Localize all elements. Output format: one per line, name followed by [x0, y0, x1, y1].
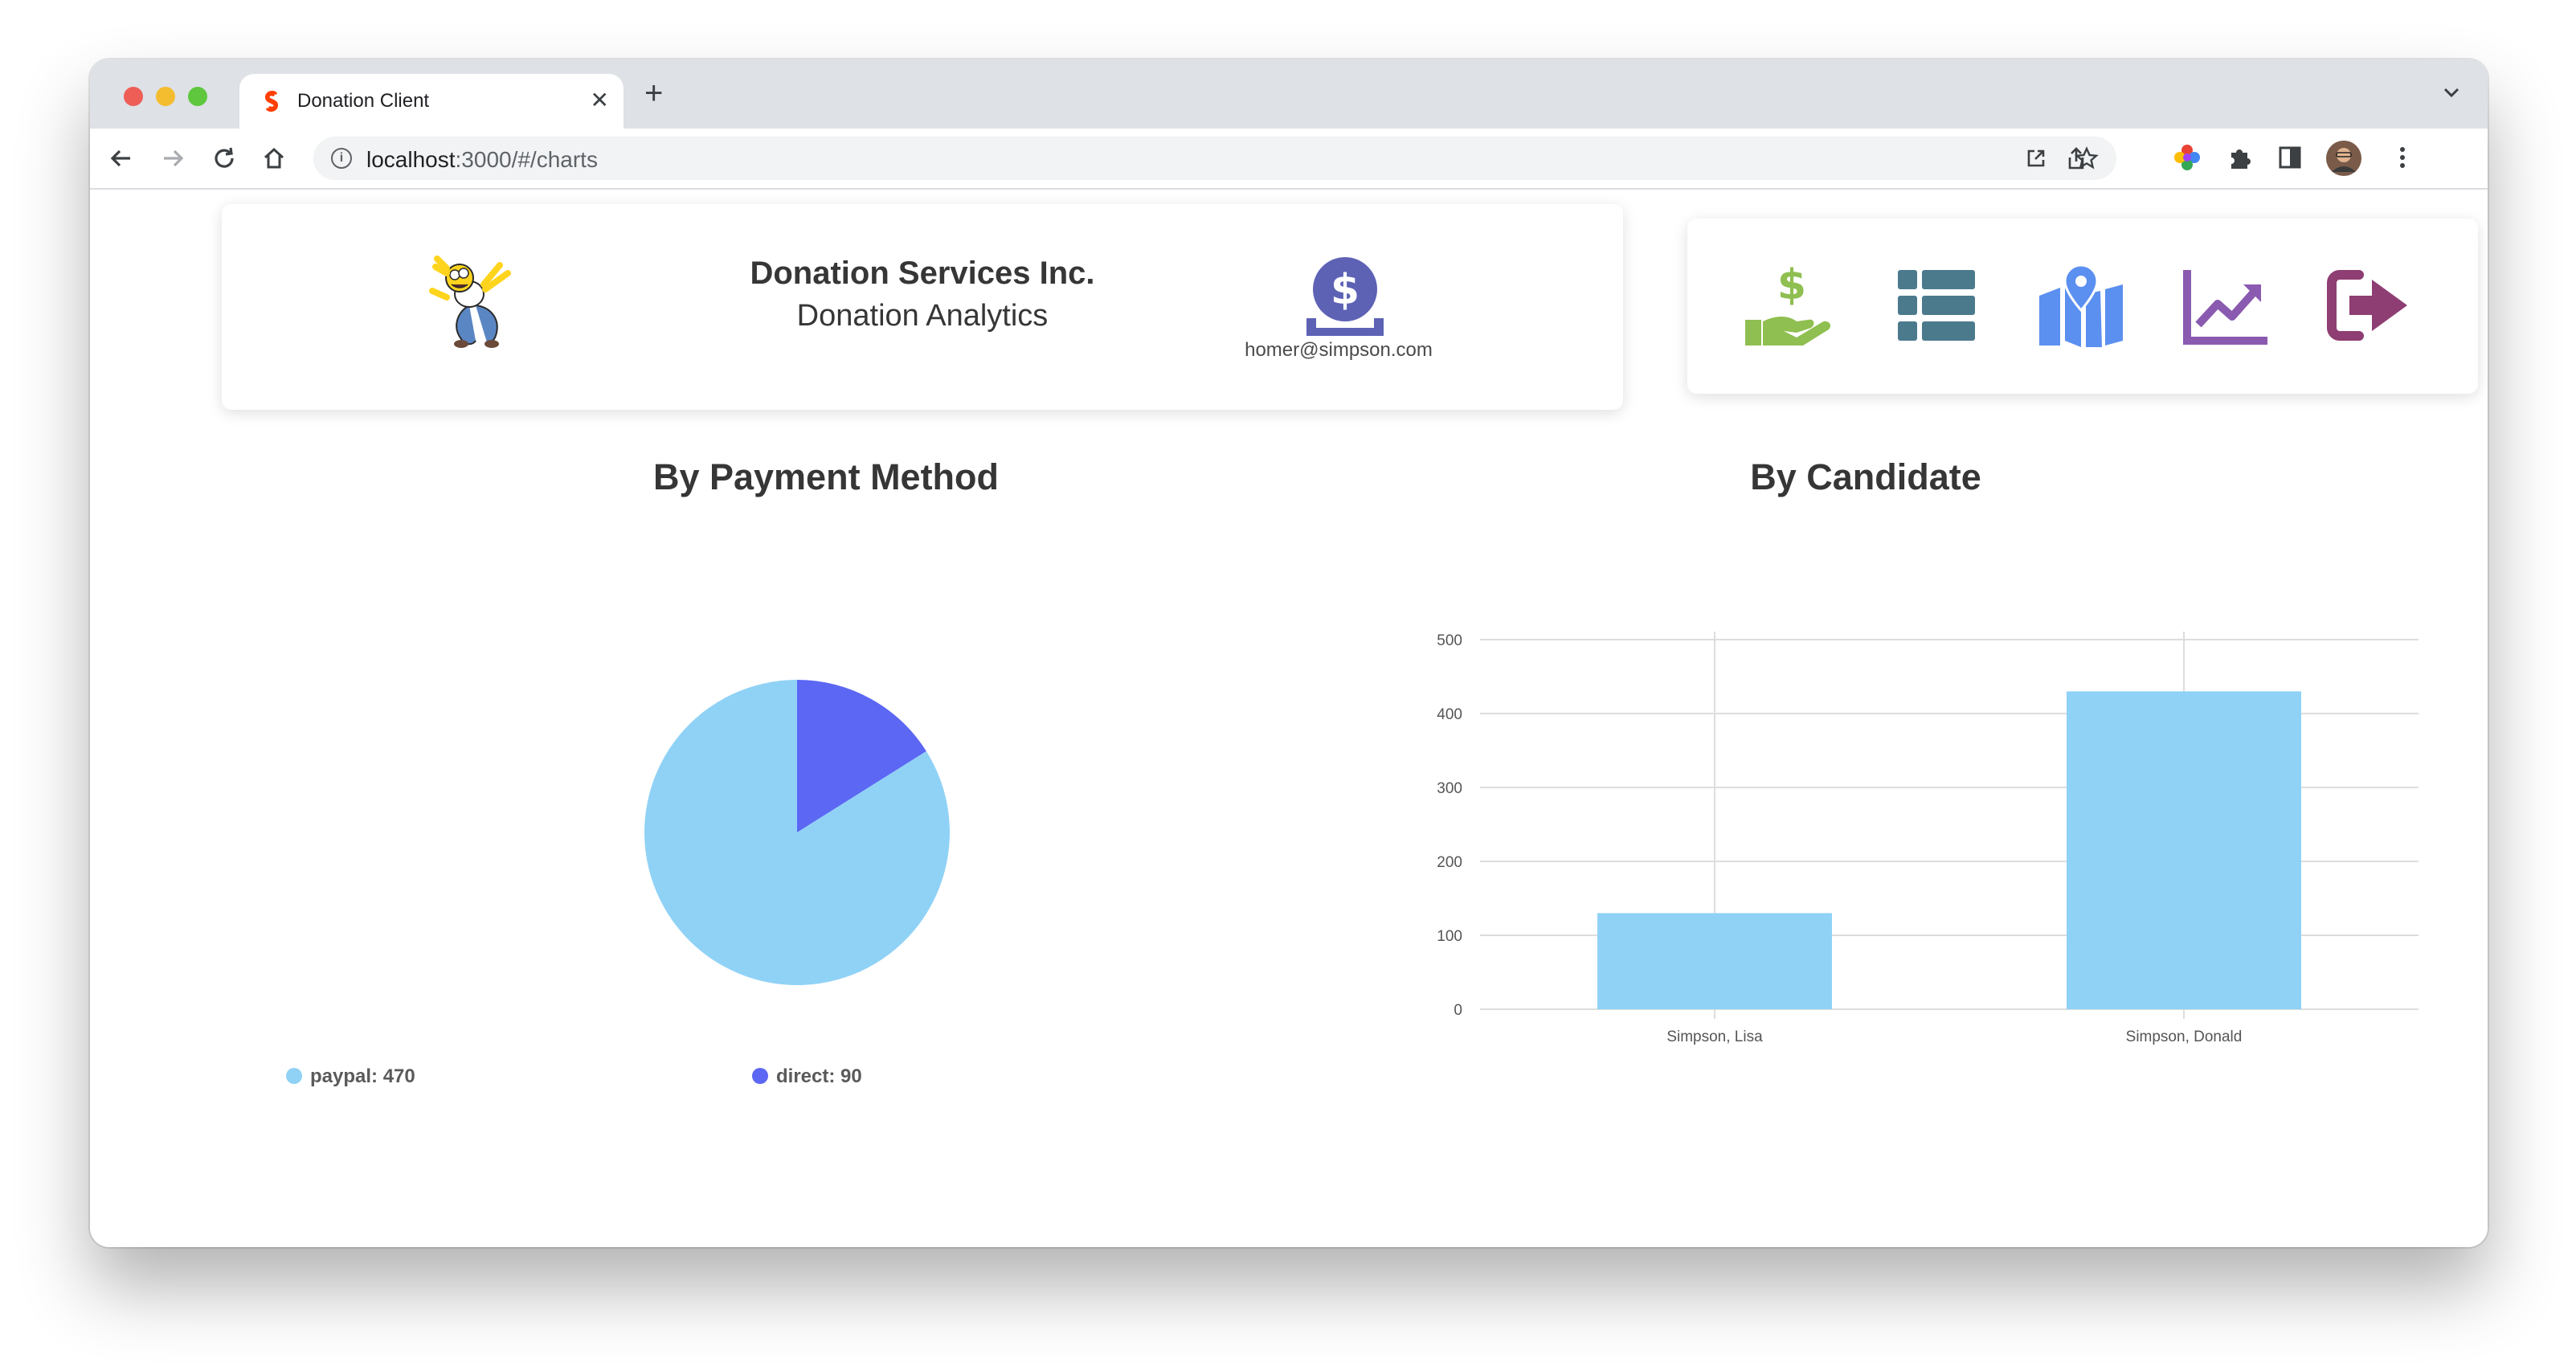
svelte-icon	[264, 90, 279, 112]
browser-menu-icon[interactable]	[2388, 143, 2417, 172]
url-text[interactable]: localhost:3000/#/charts	[366, 147, 598, 173]
url-path: :3000/#/charts	[455, 147, 598, 172]
page-subtitle: Donation Analytics	[796, 299, 1049, 333]
home-icon[interactable]	[259, 143, 289, 174]
share-icon[interactable]	[2065, 146, 2087, 170]
pie-chart-title: By Payment Method	[652, 456, 1000, 497]
back-icon[interactable]	[106, 143, 137, 174]
puzzle-extensions-icon[interactable]	[2226, 143, 2255, 172]
legend-item-direct[interactable]: direct: 90	[752, 1065, 862, 1088]
nav-card: $	[1687, 219, 2478, 394]
legend-label-paypal: paypal: 470	[310, 1065, 415, 1087]
chevron-down-icon[interactable]	[2439, 80, 2464, 104]
title-bar: Donation Client ✕ +	[90, 59, 2488, 129]
color-extension-icon[interactable]	[2173, 143, 2202, 172]
tab-title: Donation Client	[297, 90, 430, 112]
bar-simpson-lisa[interactable]	[1597, 913, 1832, 1009]
profile-avatar[interactable]	[2325, 140, 2362, 177]
x-tick-label: Simpson, Lisa	[1666, 1029, 1763, 1045]
y-tick-label: 0	[1454, 1002, 1462, 1019]
browser-toolbar: i localhost:3000/#/charts	[90, 129, 2488, 190]
legend-dot-paypal	[286, 1068, 302, 1084]
svg-text:$: $	[1331, 266, 1360, 314]
bar-chart-title: By Candidate	[1750, 456, 1981, 497]
info-icon[interactable]: i	[331, 148, 352, 169]
list-icon[interactable]	[1891, 264, 1981, 347]
donation-coin-icon: $	[1306, 257, 1384, 336]
y-tick-label: 300	[1437, 780, 1462, 797]
legend-item-paypal[interactable]: paypal: 470	[286, 1065, 415, 1088]
maximize-window-button[interactable]	[188, 87, 207, 106]
tab-close-icon[interactable]: ✕	[591, 87, 609, 113]
page-content: Donation Services Inc. Donation Analytic…	[90, 190, 2488, 1247]
side-panel-icon[interactable]	[2275, 143, 2304, 172]
reload-icon[interactable]	[209, 143, 239, 174]
y-tick-label: 500	[1437, 632, 1462, 649]
candidate-bar-chart: 0 100 200 300 400 500 Simpson, Lisa Simpson, Do…	[1437, 632, 2419, 1045]
close-window-button[interactable]	[124, 87, 143, 106]
url-host: localhost	[366, 147, 456, 172]
donate-icon[interactable]: $	[1744, 264, 1834, 347]
legend-dot-direct	[752, 1068, 768, 1084]
forward-icon[interactable]	[157, 143, 188, 174]
map-icon[interactable]	[2036, 264, 2126, 347]
legend-label-direct: direct: 90	[776, 1065, 862, 1087]
minimize-window-button[interactable]	[156, 87, 175, 106]
browser-window: Donation Client ✕ + i localhost:3000/#/c…	[90, 59, 2488, 1247]
header-card: Donation Services Inc. Donation Analytic…	[222, 204, 1623, 410]
y-tick-label: 200	[1437, 854, 1462, 871]
payment-method-pie-chart	[644, 680, 950, 985]
bar-simpson-donald[interactable]	[2067, 691, 2301, 1009]
y-tick-label: 400	[1437, 706, 1462, 723]
tab-donation-client[interactable]: Donation Client ✕	[239, 74, 624, 129]
x-tick-label: Simpson, Donald	[2126, 1029, 2243, 1045]
org-name: Donation Services Inc.	[750, 256, 1095, 291]
logout-icon[interactable]	[2324, 264, 2414, 347]
address-bar[interactable]: i localhost:3000/#/charts	[313, 137, 2116, 180]
y-tick-label: 100	[1437, 928, 1462, 945]
new-tab-button[interactable]: +	[644, 77, 663, 109]
open-external-icon[interactable]	[2025, 147, 2047, 170]
svg-text:$: $	[1777, 264, 1806, 309]
chart-line-icon[interactable]	[2181, 264, 2271, 347]
user-email: homer@simpson.com	[1245, 339, 1433, 361]
